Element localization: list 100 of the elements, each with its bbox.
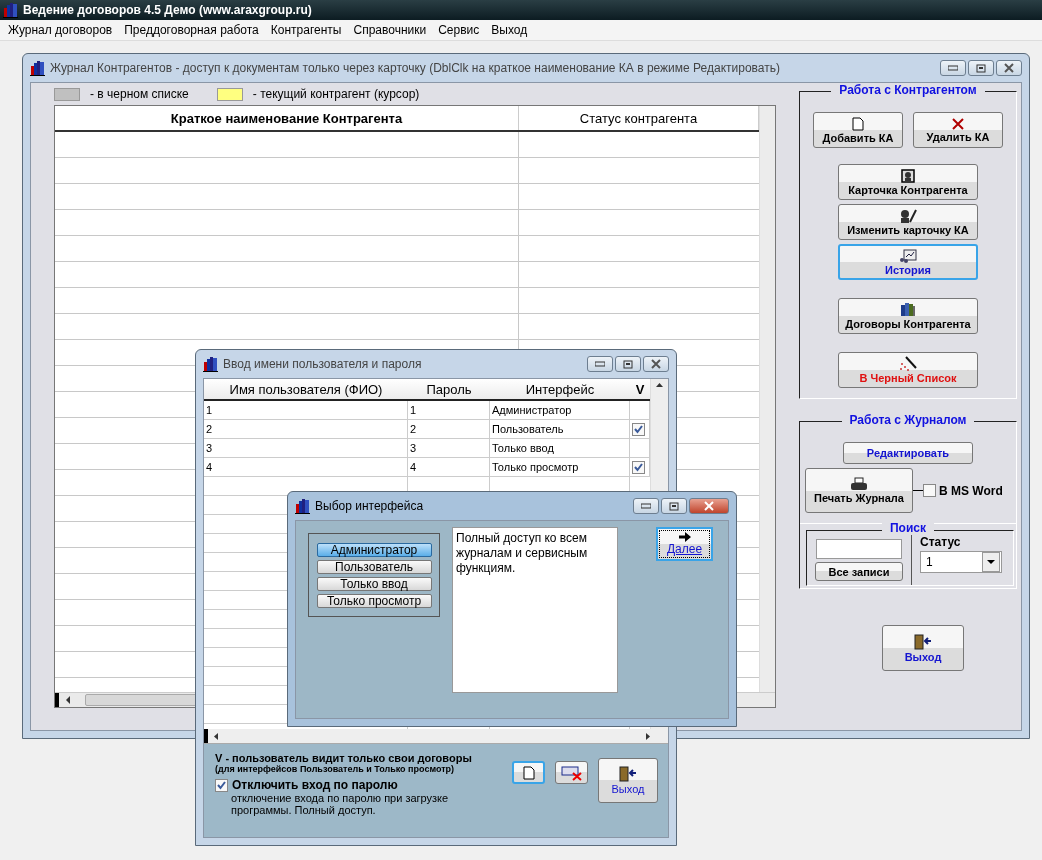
add-button[interactable]: Добавить КА [813,112,903,148]
table-cell: Только ввод [490,439,630,457]
description-text: отключение входа по паролю при загрузке программы. Полный доступ. [231,792,450,816]
note-text: V - пользователь видит только свои договоры [215,752,473,764]
print-button[interactable]: Печать Журнала [805,468,913,513]
page-icon [852,116,864,131]
delete-button[interactable]: Удалить КА [913,112,1003,148]
table-cell: Только просмотр [490,458,630,476]
edit-button[interactable]: Редактировать [843,442,973,464]
column-header[interactable]: V [630,379,650,399]
menu-item[interactable]: Выход [485,23,534,37]
group-title: Поиск [882,521,934,535]
table-cell: 1 [408,401,490,419]
minimize-button[interactable] [940,60,966,76]
table-cell: Пользователь [490,420,630,438]
dropdown-arrow-icon [987,560,995,564]
scroll-right-icon[interactable] [646,732,650,740]
chart-icon [899,248,917,263]
checkbox[interactable] [215,778,228,792]
description-text: Полный доступ ко всем журналам и сервисным функциям. [452,527,618,693]
arrow-right-icon [678,532,691,542]
close-button[interactable] [643,356,669,372]
interface-option[interactable]: Только просмотр [316,594,432,608]
interface-option[interactable]: Только ввод [316,577,432,591]
table-cell: 4 [408,458,490,476]
door-icon [619,766,637,782]
books-icon [900,302,916,317]
exit-button[interactable]: Выход [882,625,964,671]
keyboard-cross-icon [560,764,583,781]
group-title: Работа с Контрагентом [831,83,985,97]
table-cell: 1 [204,401,408,419]
door-icon [914,633,932,650]
next-button[interactable]: Далее [656,527,713,561]
scrollbar[interactable] [204,729,668,743]
checkbox[interactable] [632,422,645,436]
restore-icon [976,63,986,73]
status-label: Статус [920,535,962,549]
window-title: Ведение договоров 4.5 Демо (www.araxgroup.ru) [23,3,312,17]
checkbox[interactable] [923,484,936,497]
close-icon [650,359,662,369]
minimize-button[interactable] [587,356,613,372]
search-field[interactable] [816,539,902,559]
contracts-button[interactable]: Договоры Контрагента [838,298,978,334]
close-button[interactable] [996,60,1022,76]
menu-item[interactable]: Журнал договоров [2,23,119,37]
legend-label: - текущий контрагент (курсор) [252,87,420,101]
delete-button[interactable] [555,761,588,784]
interface-option[interactable]: Пользователь [316,560,432,574]
table-cell: 2 [408,420,490,438]
window-title: Журнал Контрагентов - доступ к документам только через карточку (DblClk на краткое наименование КА в режиме Редактировать) [50,61,781,75]
minimize-button[interactable] [633,498,659,514]
close-button[interactable] [689,498,729,514]
minimize-icon [595,361,605,367]
menu-item[interactable]: Сервис [432,23,486,37]
checkbox[interactable] [632,460,645,474]
history-button[interactable]: История [838,244,978,280]
scroll-left-icon[interactable] [214,732,218,740]
maximize-button[interactable] [615,356,641,372]
edit-card-button[interactable]: Изменить карточку КА [838,204,978,240]
legend-label: - в черном списке [90,87,189,101]
column-header[interactable]: Имя пользователя (ФИО) [204,379,408,399]
scrollbar[interactable] [759,106,775,692]
table-cell: 3 [408,439,490,457]
blacklist-button[interactable]: В Черный Список [838,352,978,388]
printer-icon [850,477,868,491]
close-icon [1003,63,1015,73]
window-title: Выбор интерфейса [315,499,425,513]
app-icon [203,356,219,372]
menu-item[interactable]: Справочники [347,23,433,37]
scroll-left-icon[interactable] [65,696,71,704]
group-title: Работа с Журналом [841,413,975,427]
scroll-up-icon[interactable] [656,383,663,387]
interface-option[interactable]: Администратор [316,543,432,557]
person-pencil-icon [899,208,917,223]
exit-button[interactable]: Выход [598,758,658,803]
window-title: Ввод имени пользователя и пароля [223,357,423,371]
menu-item[interactable]: Преддоговорная работа [118,23,265,37]
note-text: (для интерфейсов Пользователь и Только просмотр) [215,764,455,774]
table-cell: 3 [204,439,408,457]
table-cell: Администратор [490,401,630,419]
new-button[interactable] [512,761,545,784]
minimize-icon [948,65,958,71]
app-icon [30,60,46,76]
restore-icon [623,359,633,369]
portrait-icon [901,168,915,183]
minimize-icon [641,503,651,509]
wand-icon [899,356,917,371]
column-header[interactable]: Интерфейс [490,379,630,399]
checkbox-label: В MS Word [939,483,1003,498]
maximize-button[interactable] [968,60,994,76]
all-records-button[interactable]: Все записи [815,562,903,581]
column-header[interactable]: Пароль [408,379,490,399]
menu-item[interactable]: Контрагенты [264,23,348,37]
status-dropdown[interactable]: 1 [920,551,1002,573]
card-button[interactable]: Карточка Контрагента [838,164,978,200]
restore-icon [669,501,679,511]
app-icon [3,2,19,18]
maximize-button[interactable] [661,498,687,514]
table-cell: 4 [204,458,408,476]
column-header[interactable]: Краткое наименование Контрагента [55,106,519,130]
